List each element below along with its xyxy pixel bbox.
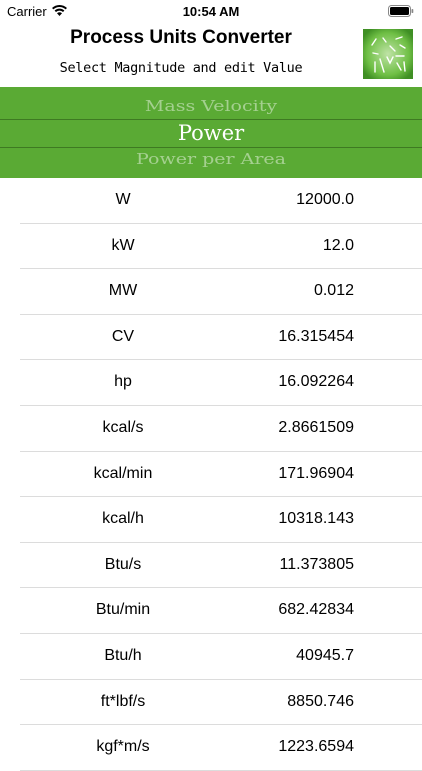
unit-value-field[interactable]: 16.315454: [278, 328, 354, 346]
unit-row[interactable]: Btu/s 11.373805: [20, 543, 422, 589]
unit-row[interactable]: ft*lbf/s 8850.746: [20, 680, 422, 726]
status-time: 10:54 AM: [182, 4, 240, 19]
unit-value-field[interactable]: 1223.6594: [278, 738, 354, 756]
unit-name: hp: [114, 373, 132, 391]
unit-row[interactable]: kgf*m/s 1223.6594: [20, 725, 422, 771]
header: Process Units Converter Select Magnitude…: [0, 24, 422, 86]
units-app-logo-icon: [363, 29, 413, 79]
page-subtitle: Select Magnitude and edit Value: [59, 60, 303, 76]
unit-value-field[interactable]: 12.0: [323, 237, 354, 255]
unit-value-field[interactable]: 8850.746: [287, 693, 354, 711]
unit-value-field[interactable]: 10318.143: [278, 510, 354, 528]
unit-name: kcal/min: [93, 464, 153, 482]
unit-row[interactable]: kW 12.0: [20, 224, 422, 270]
magnitude-picker[interactable]: Mass Velocity Power Power per Area: [0, 87, 422, 178]
unit-name: Btu/s: [104, 555, 142, 573]
unit-name: Btu/h: [104, 646, 142, 664]
picker-option-selected[interactable]: Power: [0, 121, 422, 145]
unit-name: MW: [108, 282, 138, 300]
unit-row[interactable]: CV 16.315454: [20, 315, 422, 361]
picker-option-previous[interactable]: Mass Velocity: [0, 97, 422, 115]
unit-row[interactable]: W 12000.0: [20, 178, 422, 224]
unit-name: kgf*m/s: [96, 738, 150, 756]
picker-selection-line-bottom: [0, 147, 422, 148]
unit-value-field[interactable]: 682.42834: [278, 601, 354, 619]
unit-name: kcal/h: [102, 510, 144, 528]
unit-row[interactable]: MW 0.012: [20, 269, 422, 315]
unit-value-field[interactable]: 16.092264: [278, 373, 354, 391]
unit-value-field[interactable]: 12000.0: [296, 191, 354, 209]
unit-row[interactable]: kcal/min 171.96904: [20, 452, 422, 498]
unit-value-field[interactable]: 40945.7: [296, 647, 354, 665]
unit-name: ft*lbf/s: [100, 692, 146, 710]
unit-value-field[interactable]: 11.373805: [280, 556, 354, 574]
unit-name: Btu/min: [95, 601, 151, 619]
page-title: Process Units Converter: [70, 27, 292, 48]
unit-value-field[interactable]: 171.96904: [278, 465, 354, 483]
unit-value-field[interactable]: 2.8661509: [278, 419, 354, 437]
units-list: W 12000.0 kW 12.0 MW 0.012 CV 16.315454 hp 16.092…: [20, 178, 422, 771]
unit-row[interactable]: Btu/min 682.42834: [20, 588, 422, 634]
unit-row[interactable]: kcal/h 10318.143: [20, 497, 422, 543]
unit-row[interactable]: kcal/s 2.8661509: [20, 406, 422, 452]
unit-name: CV: [111, 327, 135, 345]
picker-option-next[interactable]: Power per Area: [0, 150, 422, 168]
unit-value-field[interactable]: 0.012: [314, 282, 354, 300]
unit-row[interactable]: hp 16.092264: [20, 360, 422, 406]
status-bar: Carrier 10:54 AM: [0, 0, 422, 24]
unit-name: kW: [111, 236, 135, 254]
picker-selection-line-top: [0, 119, 422, 120]
unit-name: W: [115, 191, 131, 208]
battery-icon: [388, 5, 414, 17]
unit-row[interactable]: Btu/h 40945.7: [20, 634, 422, 680]
unit-name: kcal/s: [102, 418, 144, 436]
